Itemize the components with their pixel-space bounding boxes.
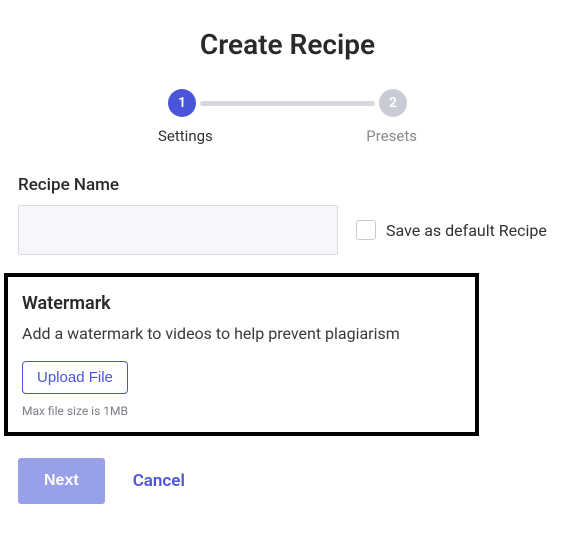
page-title: Create Recipe (18, 28, 557, 61)
step-2-label: Presets (366, 127, 417, 145)
step-2-circle: 2 (379, 89, 407, 117)
recipe-name-input[interactable] (18, 205, 338, 255)
save-default-checkbox[interactable] (356, 220, 376, 240)
step-labels: Settings Presets (158, 127, 417, 145)
watermark-section: Watermark Add a watermark to videos to h… (4, 273, 479, 436)
watermark-hint: Max file size is 1MB (22, 404, 461, 418)
watermark-description: Add a watermark to videos to help preven… (22, 324, 461, 343)
watermark-title: Watermark (22, 293, 461, 314)
step-line (200, 101, 375, 106)
upload-file-button[interactable]: Upload File (22, 361, 128, 394)
cancel-button[interactable]: Cancel (133, 471, 185, 491)
actions-row: Next Cancel (18, 458, 557, 504)
next-button[interactable]: Next (18, 458, 105, 504)
step-1-circle: 1 (168, 89, 196, 117)
stepper: 1 2 (168, 89, 407, 117)
step-1-label: Settings (158, 127, 213, 145)
recipe-name-label: Recipe Name (18, 175, 557, 195)
save-default-label: Save as default Recipe (386, 221, 547, 240)
